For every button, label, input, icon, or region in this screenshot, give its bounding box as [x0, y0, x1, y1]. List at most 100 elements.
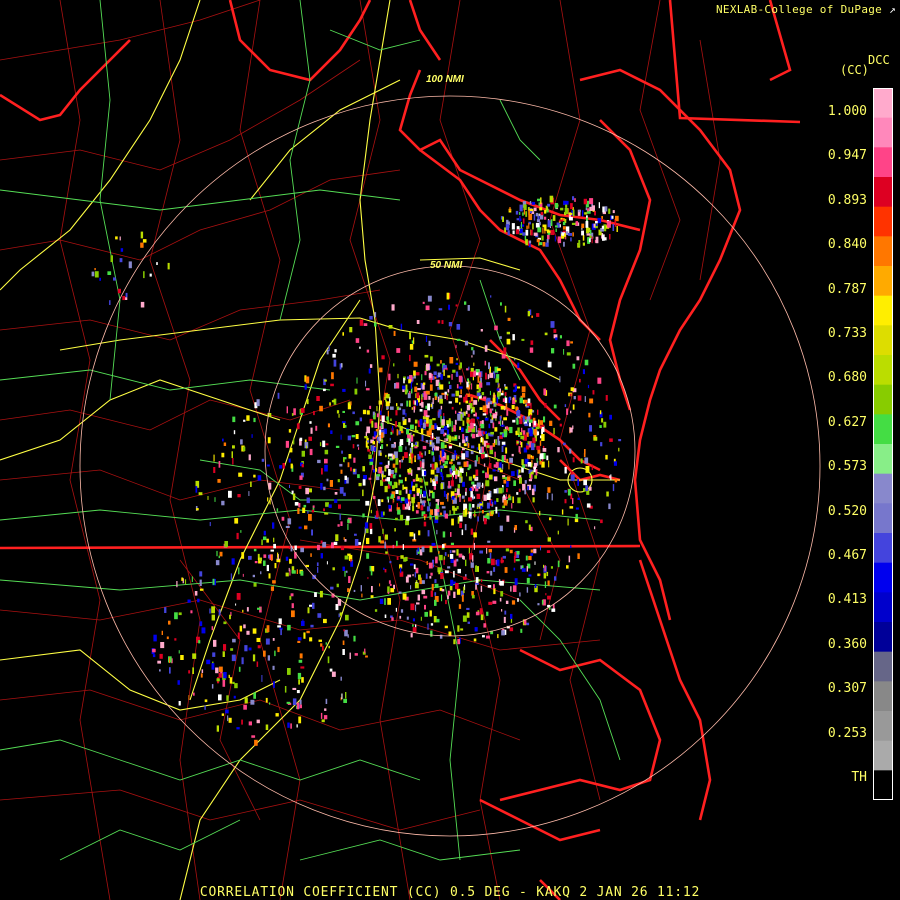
- radar-echo: [342, 388, 346, 392]
- radar-echo: [574, 198, 576, 202]
- radar-echo: [502, 485, 504, 488]
- radar-echo: [447, 389, 450, 393]
- radar-echo: [453, 639, 456, 645]
- radar-echo: [380, 432, 384, 439]
- legend-tick-label: 0.520: [827, 503, 867, 519]
- radar-echo: [375, 510, 379, 518]
- radar-echo: [222, 651, 225, 657]
- radar-echo: [604, 206, 608, 212]
- radar-echo: [265, 638, 270, 645]
- radar-echo: [470, 450, 474, 455]
- radar-echo: [388, 580, 391, 584]
- radar-echo: [347, 462, 350, 468]
- radar-echo: [396, 348, 401, 353]
- radar-echo: [540, 211, 544, 216]
- radar-echo: [354, 388, 358, 395]
- radar-echo: [212, 578, 215, 585]
- radar-echo: [398, 407, 402, 411]
- radar-echo: [303, 504, 307, 508]
- radar-echo: [479, 382, 483, 388]
- radar-echo: [371, 420, 374, 428]
- radar-echo: [242, 573, 244, 577]
- radar-echo: [500, 580, 504, 586]
- radar-echo: [404, 506, 409, 510]
- radar-echo: [252, 654, 256, 662]
- radar-echo: [450, 579, 454, 586]
- radar-echo: [344, 570, 346, 577]
- radar-echo: [211, 684, 214, 689]
- radar-echo: [499, 416, 502, 421]
- radar-echo: [229, 677, 233, 684]
- legend-swatch: [873, 740, 893, 771]
- legend-swatch: [873, 117, 893, 148]
- radar-echo: [461, 427, 464, 433]
- radar-echo: [615, 215, 619, 222]
- radar-echo: [455, 474, 458, 479]
- radar-echo: [347, 435, 351, 441]
- radar-echo: [487, 558, 491, 564]
- radar-echo: [298, 716, 302, 724]
- radar-echo: [568, 212, 573, 215]
- radar-echo: [292, 698, 297, 706]
- radar-echo: [469, 381, 471, 385]
- radar-echo: [211, 663, 215, 670]
- radar-echo: [518, 488, 521, 492]
- radar-echo: [188, 695, 190, 700]
- radar-echo: [409, 400, 411, 407]
- radar-echo: [460, 389, 462, 395]
- radar-echo: [566, 340, 570, 347]
- radar-echo: [354, 653, 358, 656]
- radar-echo: [496, 397, 499, 404]
- radar-echo: [336, 583, 339, 588]
- radar-echo: [508, 494, 511, 498]
- radar-echo: [539, 460, 542, 465]
- radar-echo: [375, 468, 378, 472]
- radar-echo: [153, 634, 157, 642]
- radar-echo: [427, 530, 430, 537]
- radar-echo: [600, 442, 603, 447]
- radar-echo: [499, 597, 502, 602]
- radar-echo: [473, 638, 477, 642]
- radar-echo: [476, 416, 480, 420]
- radar-echo: [274, 563, 277, 569]
- radar-echo: [400, 403, 403, 407]
- radar-echo: [386, 444, 388, 447]
- radar-echo: [429, 489, 431, 497]
- radar-echo: [475, 476, 478, 480]
- radar-echo: [416, 488, 420, 493]
- radar-echo: [395, 458, 399, 465]
- radar-echo: [419, 494, 422, 499]
- radar-echo: [434, 583, 439, 588]
- radar-echo: [289, 558, 292, 564]
- radar-echo: [421, 590, 426, 595]
- credit-link[interactable]: NEXLAB-College of DuPage ↗: [716, 3, 896, 16]
- radar-echo: [493, 392, 495, 398]
- radar-echo: [451, 421, 453, 428]
- radar-echo: [432, 564, 434, 568]
- radar-echo: [547, 537, 551, 542]
- radar-map[interactable]: 100 NMI 50 NMI: [0, 0, 900, 900]
- radar-echo: [263, 554, 267, 558]
- legend-tick-label: 0.787: [827, 281, 867, 297]
- radar-echo: [317, 459, 321, 464]
- radar-echo: [438, 551, 440, 554]
- radar-echo: [176, 581, 178, 588]
- radar-echo: [380, 452, 382, 456]
- radar-echo: [366, 349, 370, 353]
- radar-echo: [390, 588, 395, 593]
- radar-echo: [599, 425, 602, 428]
- radar-echo: [199, 571, 203, 577]
- radar-echo: [432, 418, 436, 421]
- radar-echo: [241, 552, 245, 559]
- radar-echo: [504, 392, 507, 396]
- radar-echo: [201, 627, 206, 634]
- radar-echo: [362, 409, 367, 415]
- radar-echo: [394, 528, 396, 532]
- radar-echo: [395, 490, 399, 494]
- radar-echo: [421, 546, 425, 553]
- radar-echo: [599, 410, 602, 415]
- radar-echo: [580, 458, 583, 464]
- radar-echo: [589, 398, 594, 404]
- radar-echo: [525, 520, 528, 524]
- radar-echo: [443, 364, 447, 369]
